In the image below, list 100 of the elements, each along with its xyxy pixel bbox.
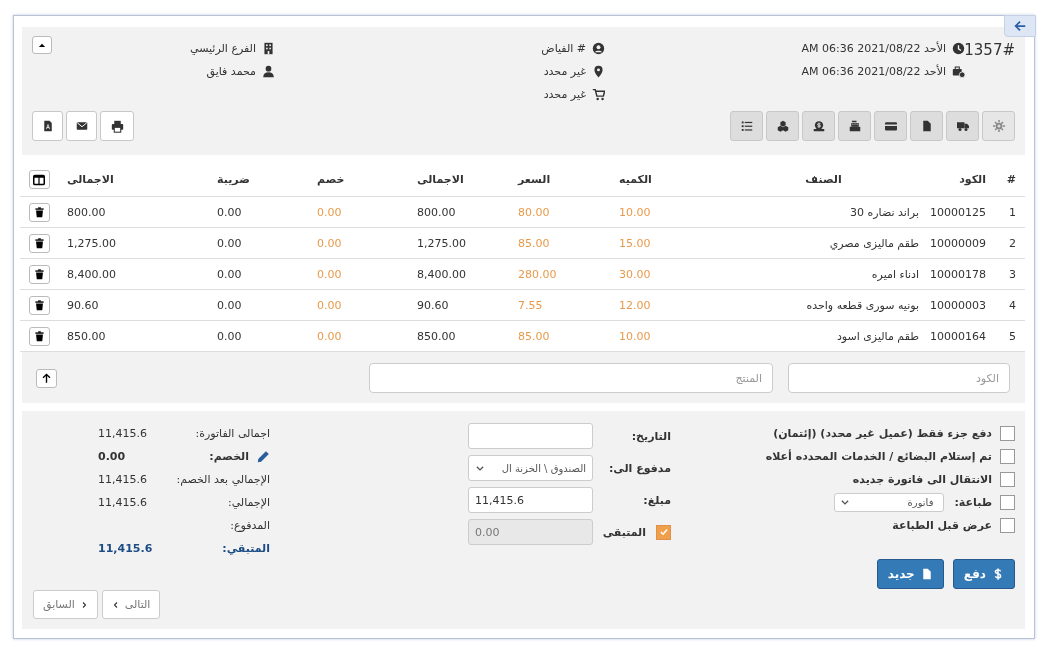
delete-button[interactable] [28,295,50,315]
checkbox[interactable] [1000,471,1015,487]
table-cell: 4 [995,289,1025,321]
total-label: الإجمالي بعد الخصم: [176,473,270,486]
list-button[interactable] [730,111,763,141]
back-button[interactable] [1004,15,1036,37]
table-cell: 90.60 [58,289,208,321]
chevron-down-icon [475,463,485,473]
total-value: 11,415.6 [98,496,147,509]
trash-icon [33,299,45,311]
remaining-label: المتبقى [602,525,646,539]
collapse-button[interactable] [32,36,52,54]
location-text: غير محدد [543,64,586,78]
delete-button[interactable] [28,233,50,253]
total-value: 0.00 [98,450,126,463]
previous-button[interactable]: السابق [33,590,98,619]
option-label: تم إستلام البضائع / الخدمات المحدده أعلاه [765,449,992,463]
total-label: الخصم: [209,450,249,463]
branch-name: الفرع الرئيسي [190,41,256,55]
checkbox[interactable] [1000,494,1015,510]
delete-button[interactable] [28,264,50,284]
table-cell: 80.00 [509,196,610,228]
arrow-left-icon [1013,19,1027,33]
trash-icon [33,330,45,342]
cubes-icon [776,120,789,132]
delete-button[interactable] [28,326,50,346]
briefcase-clock-icon [952,64,965,78]
table-cell: 8,400.00 [58,258,208,290]
checkbox[interactable] [1000,448,1015,464]
table-cell: 0.00 [308,289,408,321]
table-cell: 10000125 [928,196,995,228]
checkbox[interactable] [1000,425,1015,441]
table-cell: 1,275.00 [408,227,509,259]
print-button[interactable] [100,111,134,141]
column-header: الاجمالى [58,163,208,197]
trash-icon [33,237,45,249]
mail-icon [75,120,88,132]
paid-to-select[interactable]: الصندوق \ الخزنة ال [468,455,593,481]
scroll-up-button[interactable] [36,368,57,388]
table-cell: 0.00 [208,289,308,321]
table-cell: 2 [995,227,1025,259]
table-cell: 10000178 [928,258,995,290]
due-date: الأحد 2021/08/22 06:36 AM [801,64,946,78]
invoice-number: 1357# [965,40,1015,60]
product-field[interactable]: المنتج [369,363,773,393]
pdf-button[interactable] [32,111,63,141]
total-label: المتبقي: [222,542,270,555]
document-button[interactable] [910,111,943,141]
building-icon [262,41,275,55]
cash-register-button[interactable] [838,111,871,141]
chevron-down-icon [840,497,851,507]
user-icon [262,64,275,78]
table-cell: 0.00 [208,258,308,290]
table-cell: طقم ماليزى مصري [710,227,928,259]
money-icon [812,120,825,132]
checkbox[interactable] [1000,517,1015,533]
print-type-select[interactable]: فاتورة [834,492,945,512]
cubes-button[interactable] [766,111,799,141]
option-label: طباعة: [954,495,992,509]
table-cell: 850.00 [408,320,509,352]
trash-icon [33,206,45,218]
date-field[interactable] [468,423,593,449]
table-cell: 85.00 [509,227,610,259]
table-cell: 1 [995,196,1025,228]
table-cell: 0.00 [208,227,308,259]
cart-icon [592,87,605,101]
created-date: الأحد 2021/08/22 06:36 AM [801,41,946,55]
code-field[interactable]: الكود [788,363,1010,393]
truck-icon [956,120,969,132]
credit-card-button[interactable] [874,111,907,141]
amount-field[interactable]: 11,415.6 [468,487,593,513]
columns-button[interactable] [28,170,50,189]
check-icon [658,527,669,537]
total-value: 11,415.6 [98,473,147,486]
table-cell: 1,275.00 [58,227,208,259]
email-button[interactable] [66,111,97,141]
delivery-text: غير محدد [543,87,586,101]
paid-to-label: مدفوع الى: [607,460,671,477]
table-cell: 8,400.00 [408,258,509,290]
remaining-checkbox[interactable] [656,524,671,540]
truck-button[interactable] [946,111,979,141]
table-cell: 850.00 [58,320,208,352]
column-header: # [995,163,1025,197]
money-button[interactable] [802,111,835,141]
column-header: الكود [928,163,995,197]
total-label: الإجمالي: [227,496,270,509]
table-cell: طقم ماليزى اسود [710,320,928,352]
column-header: ضريبة [208,163,308,197]
table-cell: 280.00 [509,258,610,290]
column-header: الاجمالى [408,163,509,197]
table-cell: 10.00 [610,196,710,228]
total-value: 11,415.6 [98,427,147,440]
column-header: السعر [509,163,610,197]
new-button[interactable]: جديد [876,559,944,589]
pay-button[interactable]: دفع [952,559,1015,589]
dollar-icon [992,568,1004,580]
table-cell: 800.00 [58,196,208,228]
next-button[interactable]: التالى [101,590,161,619]
delete-button[interactable] [28,202,50,222]
option-label: عرض قبل الطباعة [892,518,992,532]
